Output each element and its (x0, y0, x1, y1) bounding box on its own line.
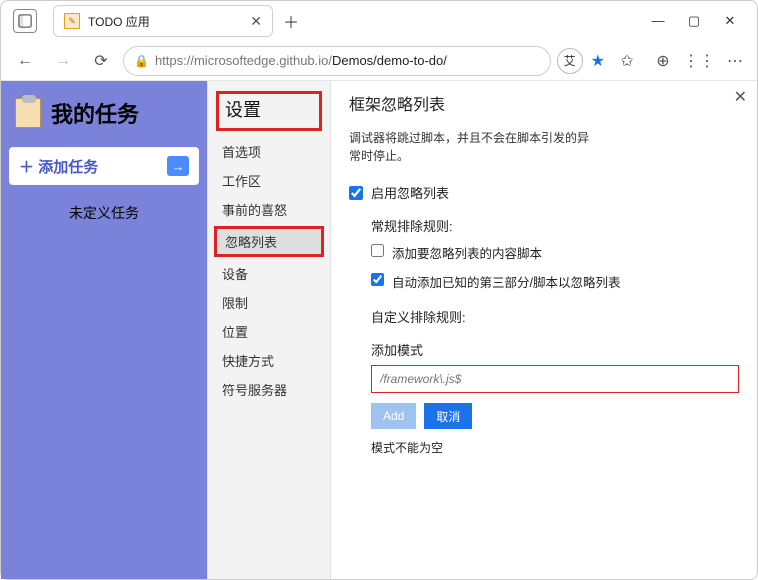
tab-favicon: ✎ (64, 13, 80, 29)
app-title-row: 我的任务 (9, 89, 199, 137)
undefined-task-label: 未定义任务 (9, 203, 199, 223)
settings-item[interactable]: 位置 (208, 317, 330, 346)
add-pattern-label: 添加模式 (371, 340, 739, 359)
collections-icon[interactable]: ⊕ (649, 47, 677, 75)
settings-sidebar: 设置 首选项工作区事前的喜怒忽略列表设备限制位置快捷方式符号服务器 (207, 81, 331, 579)
favorite-icon[interactable]: ★ (591, 51, 605, 71)
favorites-icon[interactable]: ✩ (613, 47, 641, 75)
settings-header: 设置 (216, 91, 322, 131)
new-tab-button[interactable]: ＋ (277, 7, 305, 35)
close-panel-icon[interactable]: ✕ (734, 87, 747, 107)
error-text: 模式不能为空 (371, 439, 739, 456)
pattern-input[interactable] (371, 365, 739, 393)
extensions-icon[interactable]: ⋮⋮ (685, 47, 713, 75)
minimize-button[interactable]: ― (649, 13, 667, 29)
app-title: 我的任务 (51, 97, 139, 129)
clipboard-icon (15, 98, 41, 128)
add-button[interactable]: Add (371, 403, 416, 429)
tab-actions-icon[interactable] (13, 9, 37, 33)
enable-ignore-list-checkbox[interactable]: 启用忽略列表 (349, 183, 739, 202)
forward-button[interactable]: → (47, 45, 79, 77)
address-bar[interactable]: 🔒 https://microsoftedge.github.io/Demos/… (123, 46, 551, 76)
tab-title: TODO 应用 (88, 13, 242, 30)
settings-item[interactable]: 快捷方式 (208, 346, 330, 375)
panel-title: 框架忽略列表 (349, 91, 739, 115)
close-window-button[interactable]: ✕ (721, 13, 739, 29)
settings-item[interactable]: 设备 (208, 259, 330, 288)
custom-rules-label: 自定义排除规则: (371, 307, 739, 326)
arrow-icon: → (167, 156, 189, 176)
url-text: https://microsoftedge.github.io/Demos/de… (155, 53, 540, 68)
settings-item[interactable]: 事前的喜怒 (208, 195, 330, 224)
settings-item[interactable]: 工作区 (208, 166, 330, 195)
panel-description: 调试器将跳过脚本，并且不会在脚本引发的异 常时停止。 (349, 129, 739, 165)
add-task-button[interactable]: ＋ 添加任务 → (9, 147, 199, 185)
lock-icon: 🔒 (134, 54, 149, 68)
more-icon[interactable]: ⋯ (721, 47, 749, 75)
rule-content-scripts[interactable]: 添加要忽略列表的内容脚本 (371, 243, 739, 262)
cancel-button[interactable]: 取消 (424, 403, 472, 429)
close-tab-icon[interactable]: ✕ (250, 13, 262, 30)
back-button[interactable]: ← (9, 45, 41, 77)
rule-auto-thirdparty[interactable]: 自动添加已知的第三部分/脚本以忽略列表 (371, 272, 739, 291)
app-sidebar: 我的任务 ＋ 添加任务 → 未定义任务 (1, 81, 207, 579)
settings-item[interactable]: 首选项 (208, 137, 330, 166)
enable-checkbox-input[interactable] (349, 186, 363, 200)
profile-badge[interactable]: 艾 (557, 48, 583, 74)
settings-item[interactable]: 限制 (208, 288, 330, 317)
settings-panel: ✕ 框架忽略列表 调试器将跳过脚本，并且不会在脚本引发的异 常时停止。 启用忽略… (331, 81, 757, 579)
rule1-checkbox[interactable] (371, 244, 384, 257)
general-rules-label: 常规排除规则: (371, 216, 739, 235)
browser-tab[interactable]: ✎ TODO 应用 ✕ (53, 5, 273, 37)
settings-item[interactable]: 符号服务器 (208, 375, 330, 404)
rule2-checkbox[interactable] (371, 273, 384, 286)
maximize-button[interactable]: ▢ (685, 13, 703, 29)
refresh-button[interactable]: ⟳ (85, 45, 117, 77)
settings-item[interactable]: 忽略列表 (214, 226, 324, 257)
